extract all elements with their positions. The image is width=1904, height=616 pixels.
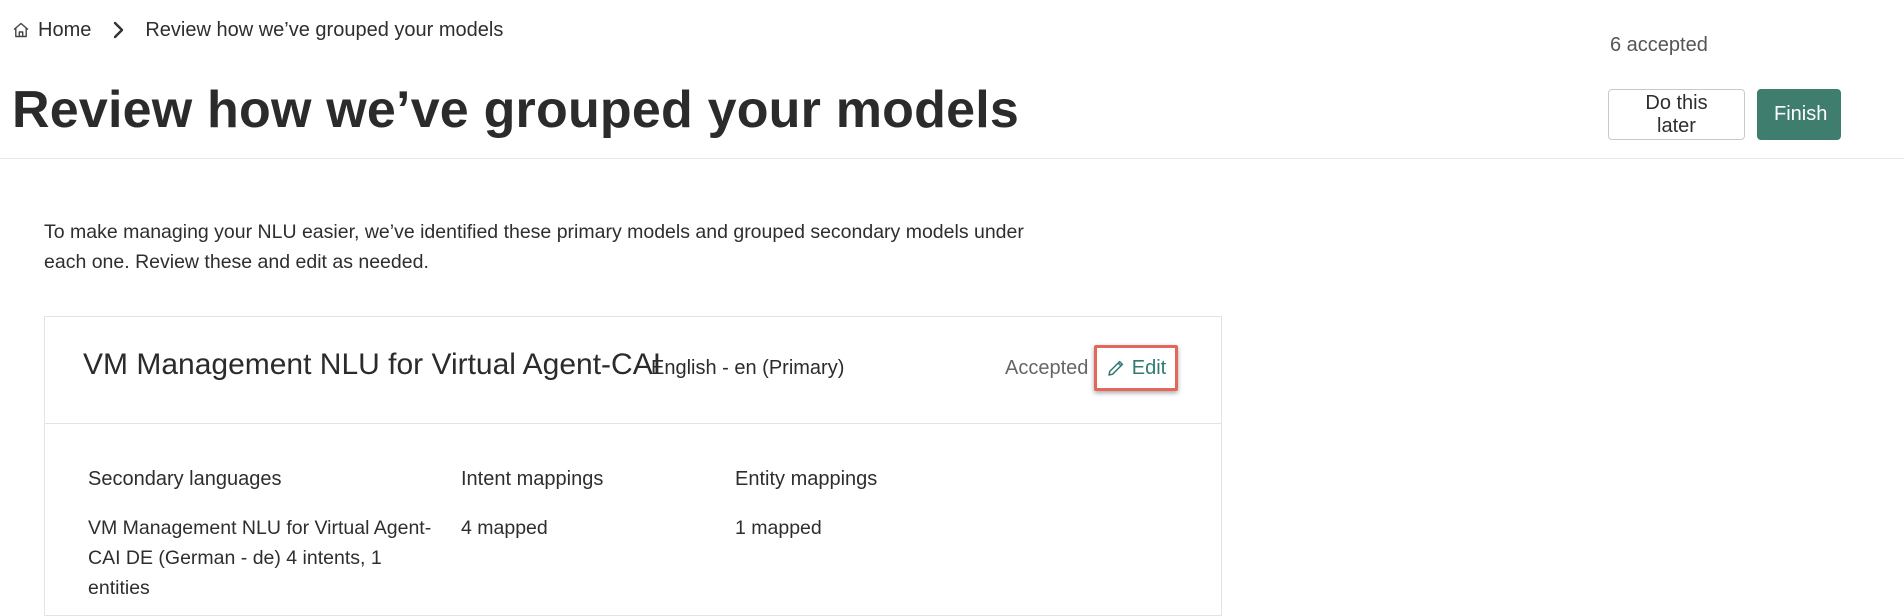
edit-button[interactable]: Edit xyxy=(1094,345,1178,391)
breadcrumb-current: Review how we’ve grouped your models xyxy=(145,18,504,41)
secondary-languages-value: VM Management NLU for Virtual Agent-CAI … xyxy=(88,517,432,599)
page-title: Review how we’ve grouped your models xyxy=(12,81,1019,139)
edit-label: Edit xyxy=(1131,356,1167,379)
chevron-right-icon xyxy=(111,20,125,40)
model-name: VM Management NLU for Virtual Agent-CAI xyxy=(83,348,662,381)
finish-button[interactable]: Finish xyxy=(1757,89,1841,140)
intent-mappings-header: Intent mappings xyxy=(461,468,604,490)
do-this-later-button[interactable]: Do this later xyxy=(1608,89,1745,140)
breadcrumb-home-link[interactable]: Home xyxy=(12,19,91,42)
intent-mappings-value: 4 mapped xyxy=(461,517,548,539)
header-divider xyxy=(0,158,1904,159)
breadcrumb: Home Review how we’ve grouped your model… xyxy=(12,14,503,46)
header-actions: Do this later Finish xyxy=(1608,89,1841,140)
home-icon xyxy=(12,21,30,39)
model-card-header: VM Management NLU for Virtual Agent-CAI … xyxy=(45,317,1221,424)
status-label: Accepted xyxy=(1005,357,1089,379)
model-language: English - en (Primary) xyxy=(651,357,845,379)
breadcrumb-home-label: Home xyxy=(38,18,92,41)
entity-mappings-value: 1 mapped xyxy=(735,517,822,539)
intro-text: To make managing your NLU easier, we’ve … xyxy=(44,221,1024,273)
secondary-languages-header: Secondary languages xyxy=(88,468,282,490)
entity-mappings-header: Entity mappings xyxy=(735,468,878,490)
model-card: VM Management NLU for Virtual Agent-CAI … xyxy=(44,316,1222,616)
pencil-icon xyxy=(1106,358,1126,378)
accepted-count: 6 accepted xyxy=(1610,34,1708,56)
